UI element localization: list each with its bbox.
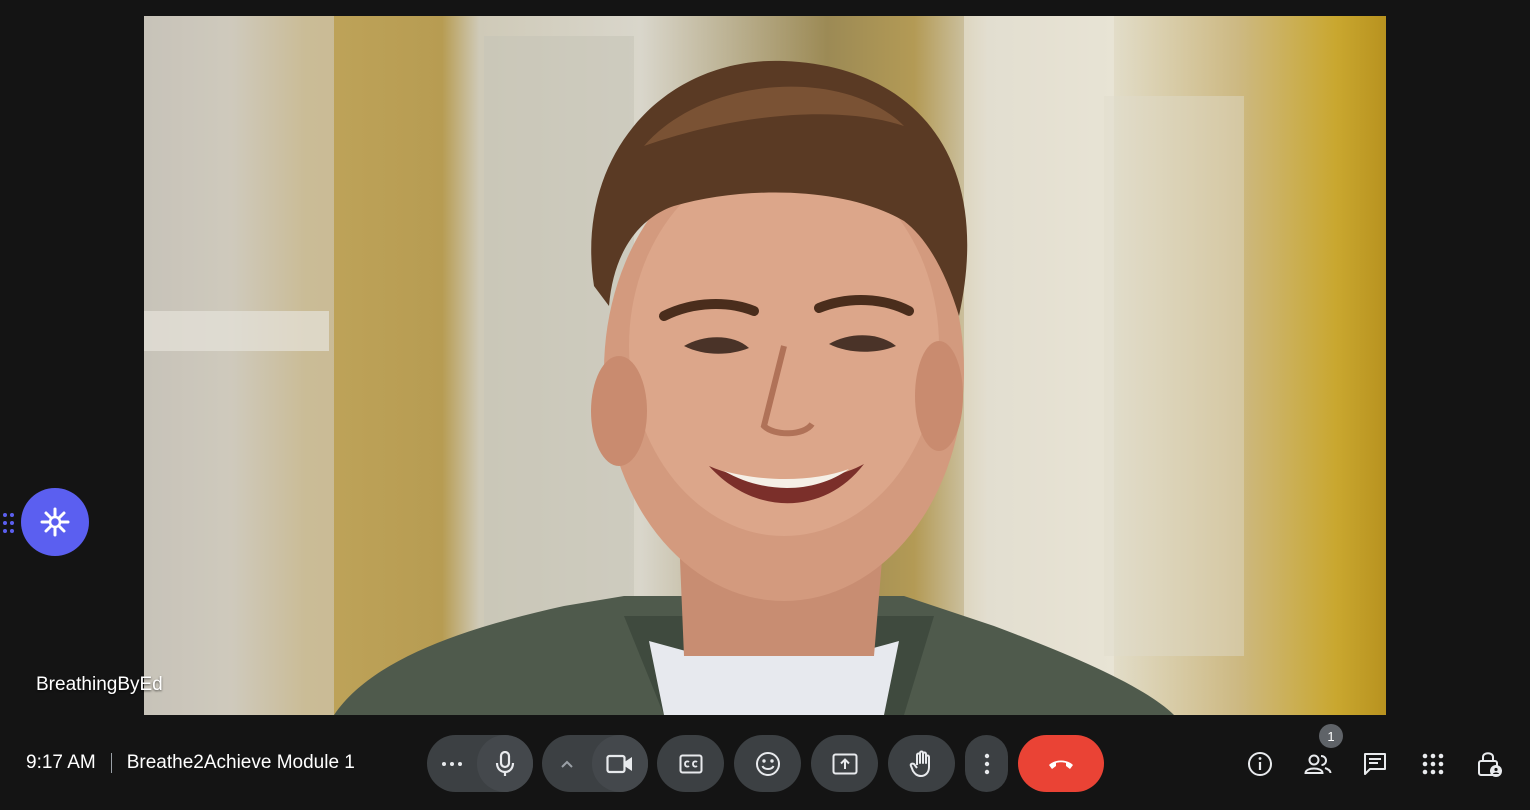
- closed-captions-icon: [679, 754, 702, 773]
- more-options-button[interactable]: [965, 735, 1008, 792]
- leave-call-button[interactable]: [1018, 735, 1104, 792]
- apps-grid-icon: [1422, 753, 1444, 775]
- chat-button[interactable]: [1357, 746, 1393, 782]
- microphone-icon: [495, 750, 515, 776]
- meeting-time: 9:17 AM: [26, 752, 96, 773]
- people-count-badge: 1: [1319, 724, 1343, 748]
- drag-handle-icon[interactable]: [2, 511, 16, 535]
- lock-person-icon: [1478, 752, 1502, 777]
- chevron-up-icon: [561, 760, 573, 768]
- info-icon: [1248, 752, 1272, 776]
- participant-video-frame: [144, 16, 1244, 715]
- microphone-control: [427, 735, 533, 792]
- host-controls-button[interactable]: [1472, 746, 1508, 782]
- camera-control: [542, 735, 648, 792]
- meeting-details-button[interactable]: [1242, 746, 1278, 782]
- vertical-dots-icon: [984, 753, 989, 774]
- participant-name: BreathingByEd: [36, 674, 163, 695]
- camera-button[interactable]: [592, 735, 648, 792]
- divider: [110, 753, 112, 773]
- sparkle-icon: [40, 507, 70, 537]
- assistant-button[interactable]: [21, 488, 89, 556]
- chat-icon: [1364, 753, 1386, 775]
- microphone-button[interactable]: [477, 735, 533, 792]
- ellipsis-icon: [442, 761, 463, 766]
- participant-video: [144, 16, 1386, 715]
- camera-options-button[interactable]: [542, 735, 592, 792]
- activities-button[interactable]: [1415, 746, 1451, 782]
- people-icon: [1304, 754, 1332, 774]
- captions-button[interactable]: [657, 735, 724, 792]
- emoji-reactions-button[interactable]: [734, 735, 801, 792]
- people-button[interactable]: [1300, 746, 1336, 782]
- smiley-icon: [755, 751, 780, 776]
- more-reactions-button[interactable]: [427, 735, 477, 792]
- present-button[interactable]: [811, 735, 878, 792]
- hang-up-icon: [1049, 760, 1073, 769]
- hand-icon: [909, 750, 930, 777]
- raise-hand-button[interactable]: [888, 735, 955, 792]
- video-camera-icon: [606, 754, 633, 773]
- present-screen-icon: [832, 753, 857, 774]
- meeting-info: 9:17 AM Breathe2Achieve Module 1: [26, 752, 355, 774]
- meeting-title: Breathe2Achieve Module 1: [126, 752, 355, 773]
